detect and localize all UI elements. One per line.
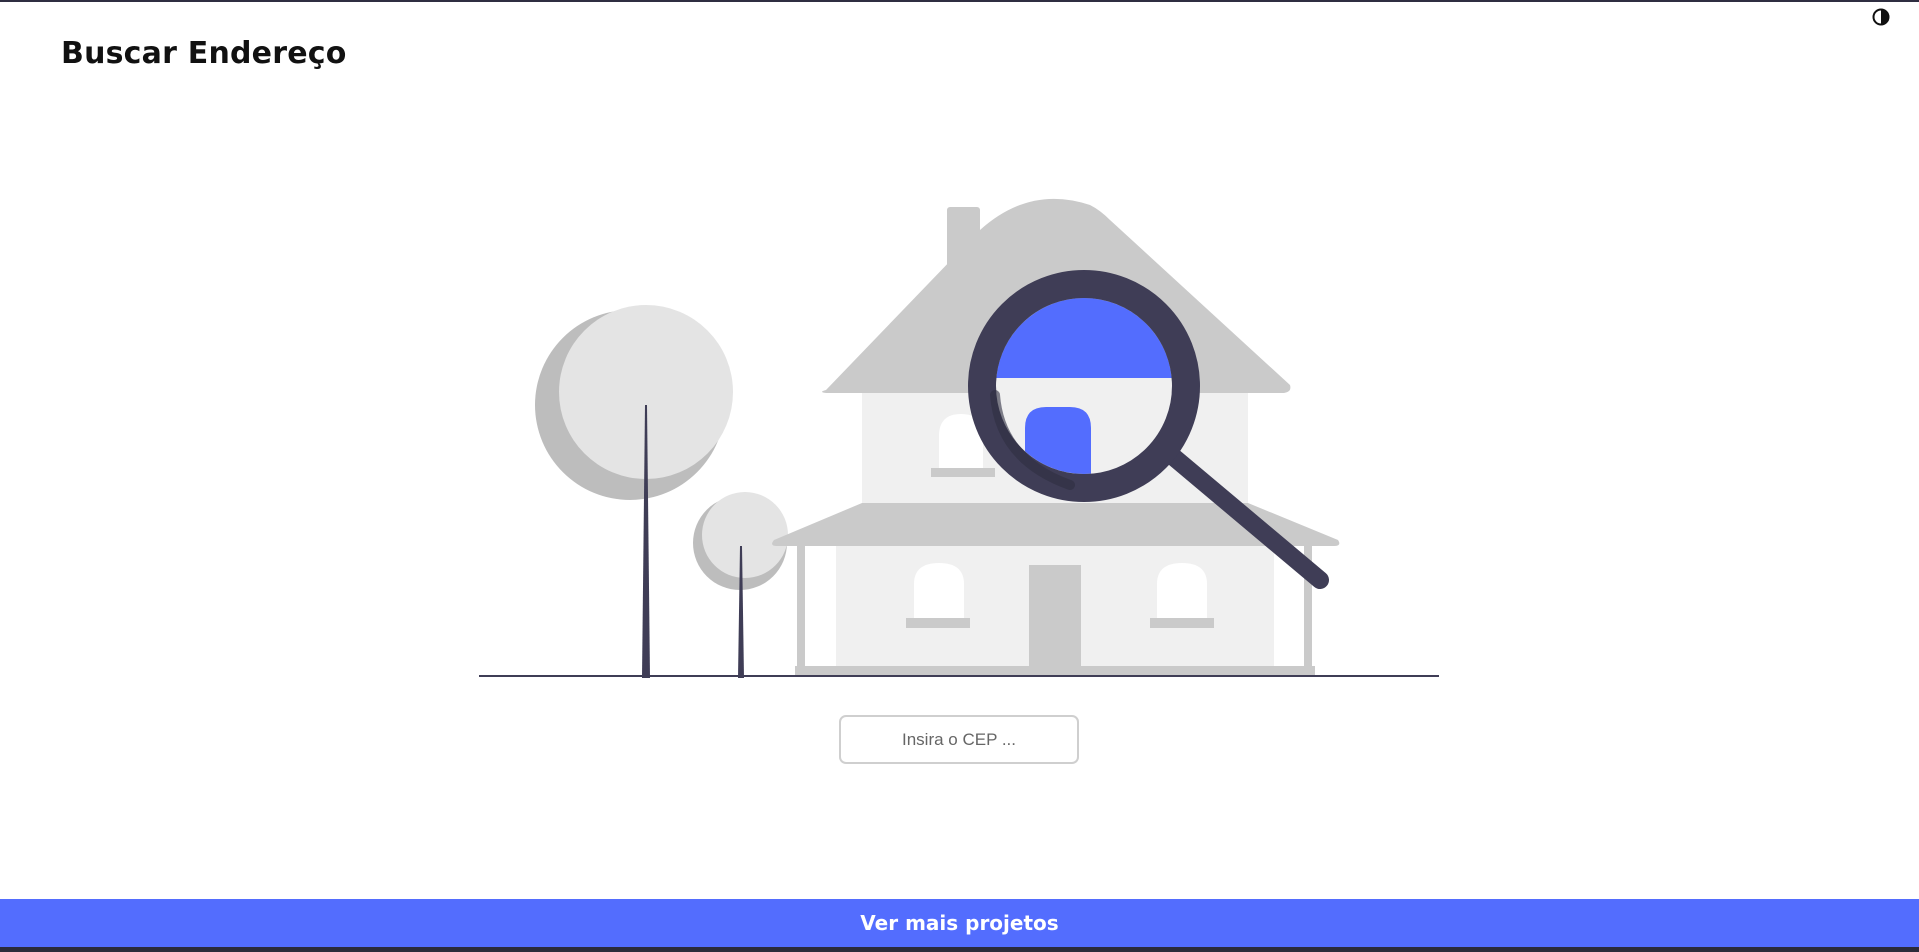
big-tree-icon — [535, 305, 733, 678]
magnifier-icon — [968, 270, 1329, 589]
footer-bar: Ver mais projetos — [0, 899, 1919, 947]
top-border — [0, 0, 1919, 2]
contrast-icon — [1872, 8, 1890, 26]
theme-toggle-button[interactable] — [1871, 7, 1891, 27]
small-tree-icon — [693, 492, 788, 678]
house-search-illustration — [479, 198, 1439, 678]
taskbar-strip — [0, 947, 1919, 952]
page-title: Buscar Endereço — [61, 36, 347, 71]
more-projects-link[interactable]: Ver mais projetos — [860, 911, 1058, 935]
cep-input[interactable] — [839, 715, 1079, 764]
